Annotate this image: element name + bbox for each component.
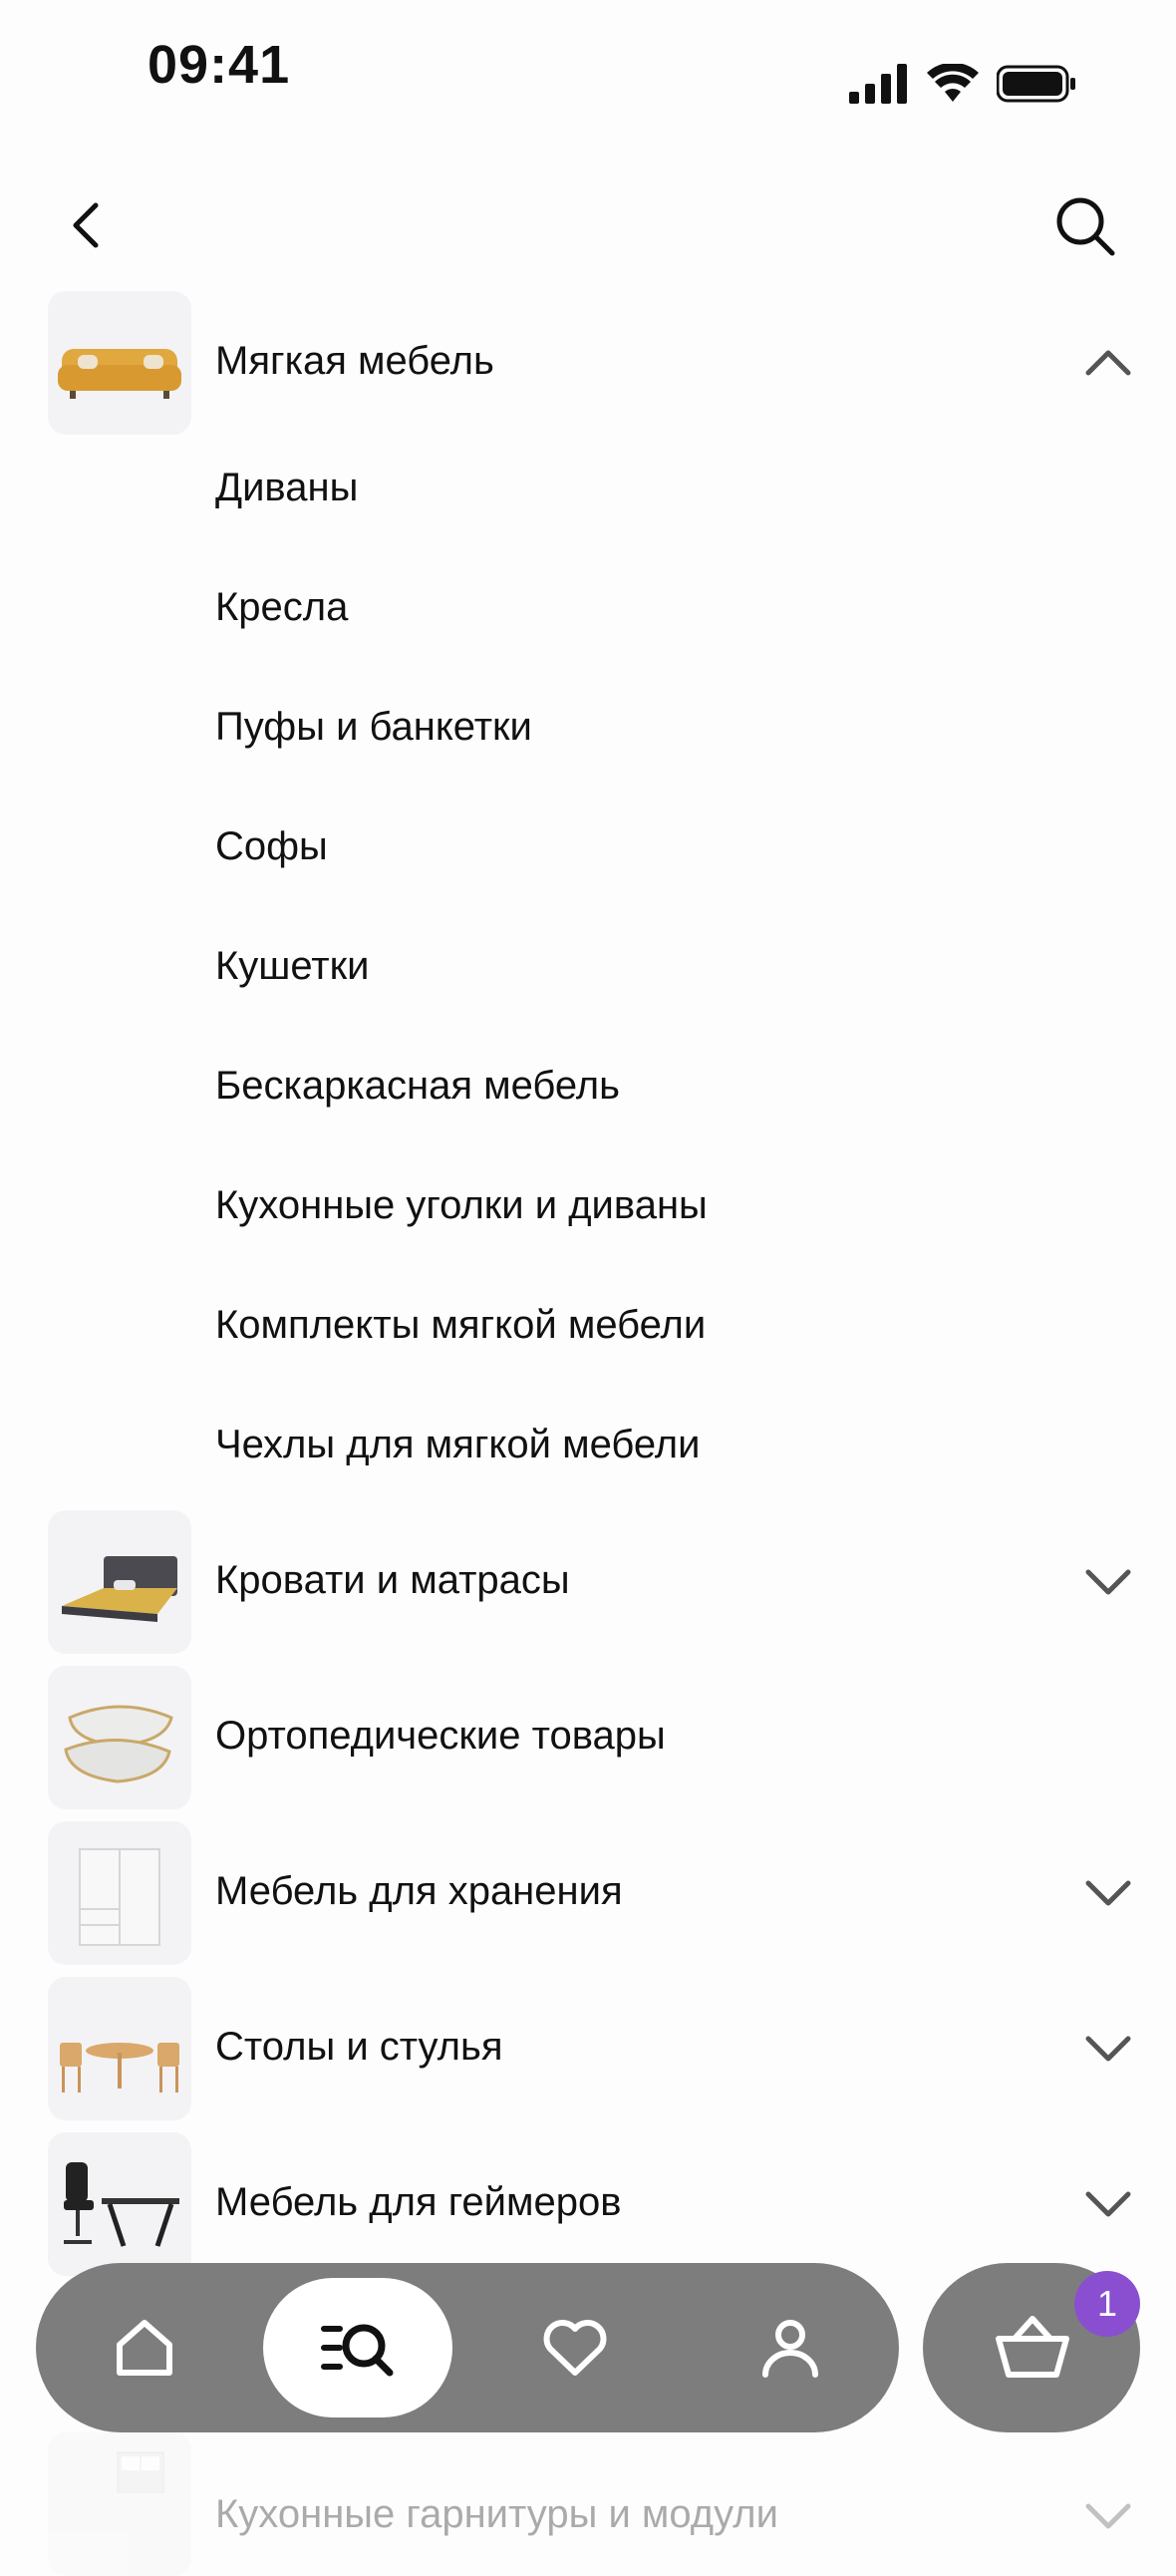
- heart-icon: [543, 2320, 607, 2376]
- nav-favorites-button[interactable]: [480, 2278, 670, 2417]
- category-label: Мебель для хранения: [215, 1869, 623, 1913]
- chevron-left-icon[interactable]: [58, 195, 118, 255]
- chevron-down-icon[interactable]: [1080, 1865, 1136, 1921]
- user-icon: [762, 2320, 818, 2378]
- top-bar: [0, 169, 1176, 279]
- chevron-down-icon[interactable]: [1080, 1554, 1136, 1610]
- gaming-desk-thumbnail: [48, 2132, 191, 2276]
- category-gamer-furniture[interactable]: Мебель для геймеров: [0, 2132, 1176, 2278]
- chevron-down-icon[interactable]: [1080, 2176, 1136, 2232]
- chevron-down-icon[interactable]: [1080, 2488, 1136, 2544]
- status-icons: [849, 64, 1076, 104]
- wifi-icon: [927, 64, 979, 102]
- bed-thumbnail: [48, 1510, 191, 1654]
- category-label: Мягкая мебель: [215, 339, 494, 383]
- wardrobe-thumbnail: [48, 1821, 191, 1965]
- category-beds-mattresses[interactable]: Кровати и матрасы: [0, 1510, 1176, 1656]
- subcategory-item[interactable]: Кухонные уголки и диваны: [215, 1183, 708, 1228]
- category-label: Мебель для геймеров: [215, 2180, 622, 2224]
- battery-icon: [997, 65, 1075, 103]
- nav-home-button[interactable]: [50, 2278, 239, 2417]
- table-chairs-thumbnail: [48, 1977, 191, 2120]
- subcategory-item[interactable]: Бескаркасная мебель: [215, 1064, 620, 1109]
- cart-count-badge: 1: [1074, 2271, 1140, 2337]
- chevron-up-icon[interactable]: [1080, 335, 1136, 391]
- pillow-thumbnail: [48, 1666, 191, 1809]
- catalog-search-icon: [321, 2324, 394, 2377]
- signal-icon: [849, 64, 907, 104]
- status-time: 09:41: [147, 35, 291, 95]
- kitchen-thumbnail: [48, 2432, 191, 2576]
- category-label: Столы и стулья: [215, 2025, 503, 2069]
- category-storage[interactable]: Мебель для хранения: [0, 1821, 1176, 1967]
- subcategory-item[interactable]: Комплекты мягкой мебели: [215, 1303, 706, 1348]
- home-icon: [117, 2320, 172, 2376]
- category-label: Кровати и матрасы: [215, 1558, 570, 1602]
- subcategory-item[interactable]: Пуфы и банкетки: [215, 705, 532, 750]
- nav-profile-button[interactable]: [696, 2278, 885, 2417]
- category-label: Ортопедические товары: [215, 1714, 666, 1758]
- category-tables-chairs[interactable]: Столы и стулья: [0, 1977, 1176, 2122]
- basket-icon: [996, 2316, 1069, 2378]
- subcategory-item[interactable]: Софы: [215, 824, 328, 869]
- category-soft-furniture[interactable]: Мягкая мебель: [0, 291, 1176, 437]
- subcategory-item[interactable]: Кушетки: [215, 944, 369, 989]
- nav-catalog-button[interactable]: [263, 2278, 452, 2417]
- status-bar: 09:41: [0, 0, 1176, 140]
- category-orthopedic[interactable]: Ортопедические товары: [0, 1666, 1176, 1811]
- chevron-down-icon[interactable]: [1080, 2021, 1136, 2077]
- subcategory-item[interactable]: Диваны: [215, 466, 358, 510]
- category-label: Кухонные гарнитуры и модули: [215, 2492, 778, 2536]
- sofa-thumbnail: [48, 291, 191, 435]
- subcategory-item[interactable]: Кресла: [215, 585, 348, 630]
- subcategory-item[interactable]: Чехлы для мягкой мебели: [215, 1423, 700, 1467]
- search-icon[interactable]: [1052, 193, 1118, 259]
- bottom-nav-bar: [36, 2263, 899, 2432]
